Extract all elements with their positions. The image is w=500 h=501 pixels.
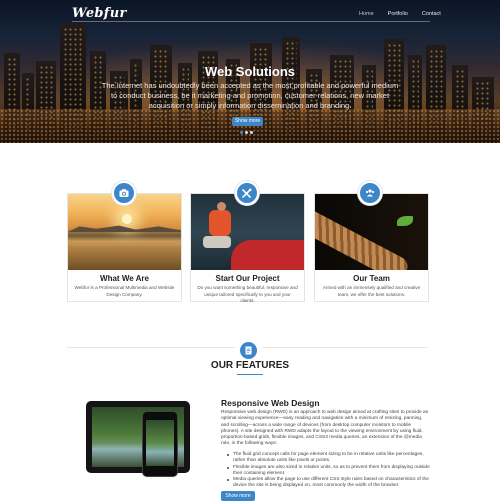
card-start-project: Start Our Project Do you want something … [190,193,305,304]
boat-hull-shape [231,240,304,270]
card-text: Webfur is a Professional Multimedia and … [74,285,175,297]
leaf-shape [397,216,413,226]
hero-text: The Internet has undoubtedly been accept… [101,81,399,110]
list-item: The fluid grid concept calls for page el… [227,452,431,465]
rope-shape [315,206,411,270]
card-title: Our Team [353,274,390,283]
hills-shape [68,225,181,232]
tools-icon [235,181,259,205]
nav-home-link[interactable]: Home [352,10,381,18]
sun-shape [122,214,132,224]
slider-dot[interactable] [245,131,248,134]
slider-dots [240,131,253,134]
hero-banner: Webfur Home Portfolio Contact Web Soluti… [0,0,500,143]
shore-shape [68,246,181,270]
section-divider [67,347,235,348]
features-title: OUR FEATURES [210,360,290,371]
card-title: What We Are [100,274,149,283]
person-legs-shape [203,236,231,248]
devices-illustration [86,399,190,477]
slider-dot[interactable] [240,131,243,134]
list-item: Flexible images are also sized in relati… [227,465,431,478]
phone-device [142,411,178,477]
person-head-shape [217,202,226,211]
card-what-we-are: What We Are Webfur is a Professional Mul… [67,193,182,302]
phone-screen [146,420,174,466]
hero-show-more-button[interactable]: Show more [232,117,263,126]
site-logo[interactable]: Webfur [72,6,127,21]
card-image-sunset [68,194,181,270]
card-text: Armed with an immensely qualified and cr… [322,285,421,297]
team-icon [358,181,382,205]
list-item: Media queries allow the page to use diff… [227,477,431,490]
features-title-underline [237,374,263,375]
person-vest-shape [209,210,231,236]
nav-divider [72,21,430,22]
card-title: Start Our Project [215,274,280,283]
main-nav: Home Portfolio Contact [352,10,448,18]
card-our-team: Our Team Armed with an immensely qualifi… [314,193,429,302]
nav-portfolio-link[interactable]: Portfolio [381,10,415,18]
document-icon [240,342,257,359]
card-image-rope [315,194,428,270]
feature-text: Responsive web design (RWD) is an approa… [221,410,429,447]
feature-title: Responsive Web Design [221,398,320,408]
card-text: Do you want something beautiful, respons… [197,285,298,304]
camera-icon [112,181,136,205]
card-image-boat [191,194,304,270]
hero-title: Web Solutions [204,64,296,79]
section-divider [262,347,428,348]
nav-contact-link[interactable]: Contact [415,10,448,18]
feature-bullet-list: The fluid grid concept calls for page el… [227,452,431,490]
slider-dot[interactable] [250,131,253,134]
